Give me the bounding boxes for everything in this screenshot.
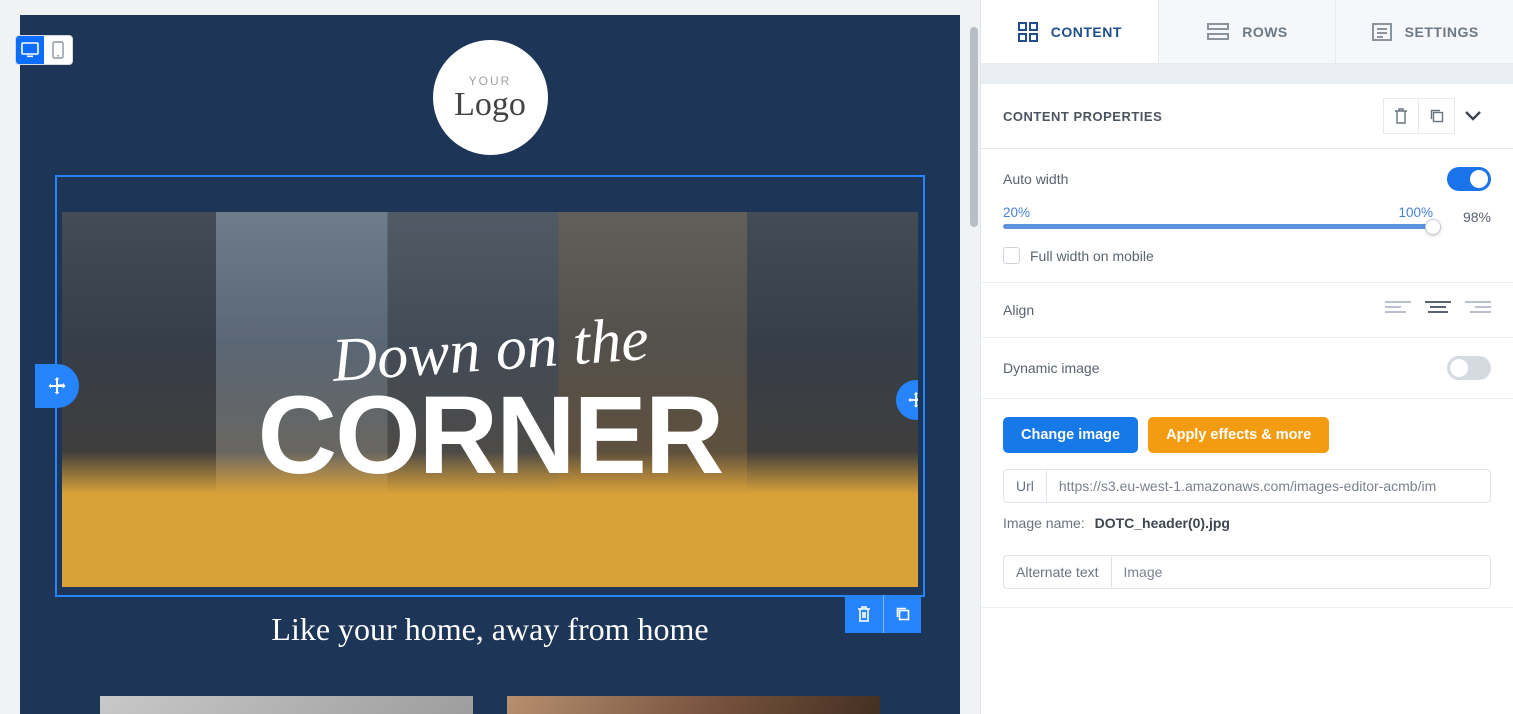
full-width-mobile-checkbox[interactable]: Full width on mobile bbox=[1003, 247, 1491, 264]
properties-panel: CONTENT ROWS SETTINGS CONTENT PROPERTIES bbox=[980, 0, 1513, 714]
row-drag-handle[interactable] bbox=[35, 364, 79, 408]
apply-effects-button[interactable]: Apply effects & more bbox=[1148, 417, 1329, 453]
move-icon bbox=[47, 376, 67, 396]
selected-image-block[interactable]: Down on the CORNER bbox=[55, 175, 925, 597]
logo-script-text: Logo bbox=[454, 88, 526, 122]
trash-icon bbox=[1393, 107, 1409, 125]
align-label: Align bbox=[1003, 302, 1034, 318]
editor-canvas: YOUR Logo Down on the CORNER bbox=[0, 0, 980, 714]
tab-settings[interactable]: SETTINGS bbox=[1336, 0, 1513, 63]
image-source-row: Change image Apply effects & more Url Im… bbox=[981, 399, 1513, 549]
auto-width-row: Auto width 20% 100% 98% bbox=[981, 149, 1513, 283]
mobile-icon bbox=[52, 41, 64, 59]
duplicate-icon bbox=[1429, 108, 1445, 124]
mobile-view-button[interactable] bbox=[44, 36, 72, 64]
email-template: YOUR Logo Down on the CORNER bbox=[20, 15, 960, 714]
content-icon bbox=[1017, 21, 1039, 43]
alt-text-label: Alternate text bbox=[1003, 555, 1111, 589]
align-center-button[interactable] bbox=[1425, 301, 1451, 319]
panel-scroll-area[interactable]: CONTENT PROPERTIES Auto width bbox=[981, 64, 1513, 714]
delete-content-button[interactable] bbox=[1383, 98, 1419, 134]
settings-icon bbox=[1371, 22, 1393, 42]
two-column-row[interactable] bbox=[55, 696, 925, 714]
image-name-value: DOTC_header(0).jpg bbox=[1095, 515, 1230, 531]
block-action-bar bbox=[845, 595, 921, 633]
column-image-right[interactable] bbox=[507, 696, 880, 714]
hero-image[interactable]: Down on the CORNER bbox=[62, 212, 918, 587]
alt-text-row: Alternate text bbox=[981, 549, 1513, 608]
device-toggle bbox=[15, 35, 73, 65]
align-right-button[interactable] bbox=[1465, 301, 1491, 319]
desktop-icon bbox=[21, 42, 39, 58]
trash-icon bbox=[856, 605, 872, 623]
alt-text-input[interactable] bbox=[1111, 555, 1492, 589]
column-image-left[interactable] bbox=[100, 696, 473, 714]
section-title: CONTENT PROPERTIES bbox=[1003, 109, 1162, 124]
slider-min-label: 20% bbox=[1003, 205, 1030, 220]
duplicate-content-button[interactable] bbox=[1419, 98, 1455, 134]
desktop-view-button[interactable] bbox=[16, 36, 44, 64]
slider-value: 98% bbox=[1463, 209, 1491, 225]
move-icon bbox=[907, 391, 918, 409]
align-row: Align bbox=[981, 283, 1513, 338]
canvas-scrollbar[interactable] bbox=[968, 15, 980, 714]
tagline-text[interactable]: Like your home, away from home bbox=[55, 611, 925, 648]
tab-rows[interactable]: ROWS bbox=[1159, 0, 1337, 63]
tab-content[interactable]: CONTENT bbox=[981, 0, 1159, 63]
checkbox-icon bbox=[1003, 247, 1020, 264]
dynamic-image-row: Dynamic image bbox=[981, 338, 1513, 399]
change-image-button[interactable]: Change image bbox=[1003, 417, 1138, 453]
panel-tabs: CONTENT ROWS SETTINGS bbox=[981, 0, 1513, 64]
url-label: Url bbox=[1003, 469, 1046, 503]
duplicate-block-button[interactable] bbox=[883, 595, 921, 633]
duplicate-icon bbox=[895, 606, 911, 622]
content-properties-header: CONTENT PROPERTIES bbox=[981, 84, 1513, 149]
url-input[interactable] bbox=[1046, 469, 1491, 503]
auto-width-label: Auto width bbox=[1003, 171, 1068, 187]
hero-bold-text: CORNER bbox=[258, 386, 723, 485]
image-name-label: Image name: bbox=[1003, 515, 1085, 531]
logo-placeholder[interactable]: YOUR Logo bbox=[433, 40, 548, 155]
width-slider[interactable] bbox=[1003, 224, 1433, 229]
collapse-section-button[interactable] bbox=[1455, 98, 1491, 134]
dynamic-image-label: Dynamic image bbox=[1003, 360, 1099, 376]
auto-width-toggle[interactable] bbox=[1447, 167, 1491, 191]
chevron-down-icon bbox=[1464, 110, 1482, 122]
slider-max-label: 100% bbox=[1398, 205, 1433, 220]
align-left-button[interactable] bbox=[1385, 301, 1411, 319]
rows-icon bbox=[1206, 22, 1230, 42]
dynamic-image-toggle[interactable] bbox=[1447, 356, 1491, 380]
slider-thumb[interactable] bbox=[1425, 219, 1441, 235]
delete-block-button[interactable] bbox=[845, 595, 883, 633]
